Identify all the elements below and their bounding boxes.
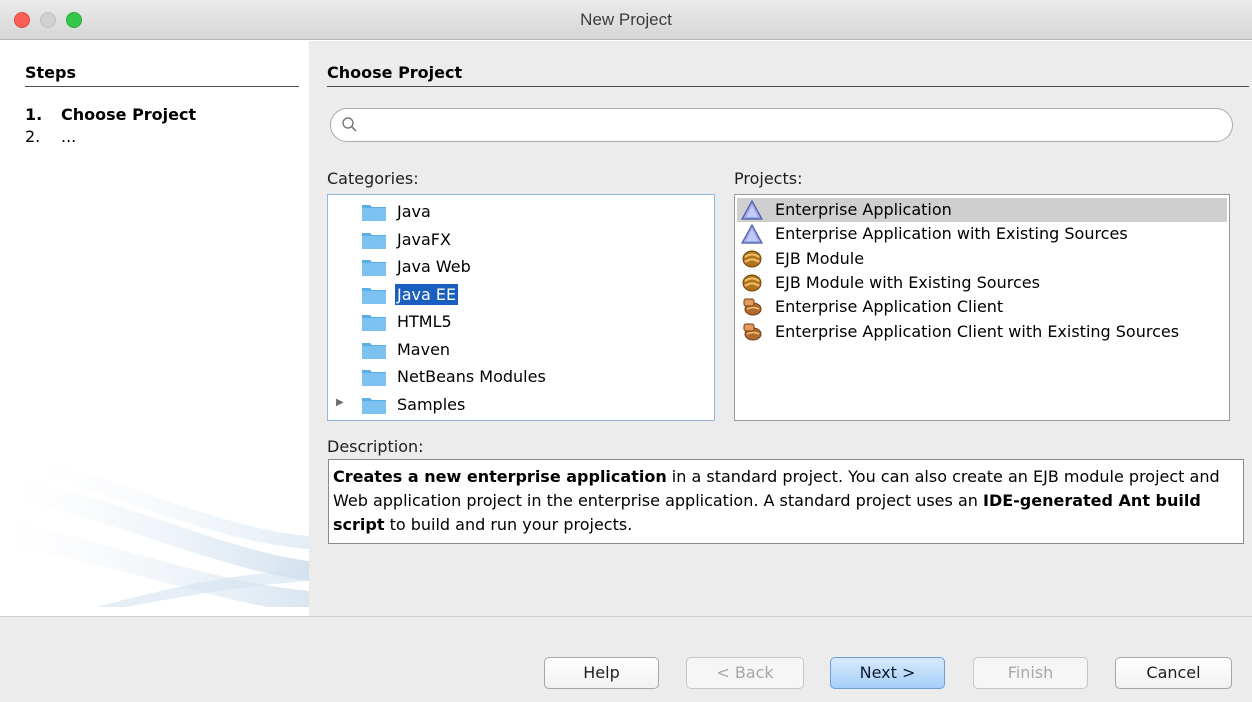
folder-icon — [362, 397, 386, 414]
projects-list[interactable]: Enterprise Application Enterprise Applica… — [734, 194, 1230, 421]
app-client-icon — [743, 298, 762, 316]
cancel-button[interactable]: Cancel — [1115, 657, 1232, 689]
app-client-icon — [743, 323, 762, 340]
steps-panel: Steps 1. Choose Project 2.... — [7, 41, 309, 607]
project-label: EJB Module with Existing Sources — [775, 272, 1040, 292]
project-item[interactable]: Enterprise Application with Existing Sou… — [737, 222, 1227, 246]
category-label: Java EE — [395, 283, 459, 305]
search-icon — [342, 117, 357, 132]
project-label: Enterprise Application with Existing Sou… — [775, 224, 1128, 244]
step-number: 1. — [25, 105, 43, 124]
category-label: Java Web — [397, 257, 471, 276]
project-item[interactable]: Enterprise Application Client — [737, 295, 1227, 319]
steps-heading: Steps — [25, 63, 299, 87]
enterprise-app-icon — [741, 200, 763, 220]
step-label: ... — [61, 127, 77, 146]
step-label: Choose Project — [61, 105, 197, 124]
category-label: Maven — [397, 339, 451, 359]
folder-icon — [362, 315, 386, 331]
category-label: HTML5 — [397, 312, 452, 331]
categories-label: Categories: — [327, 169, 419, 188]
category-item[interactable]: Java EE — [328, 281, 714, 308]
title-bar: New Project — [0, 0, 1252, 40]
categories-tree[interactable]: Java JavaFX Java Web Java EE HTML5 Maven NetBe… — [327, 194, 715, 421]
project-label: Enterprise Application Client — [775, 297, 1004, 317]
help-button[interactable]: Help — [544, 657, 659, 689]
finish-button[interactable]: Finish — [973, 657, 1088, 689]
project-label: EJB Module — [775, 248, 865, 268]
folder-icon — [362, 260, 386, 276]
ejb-bean-icon — [742, 274, 762, 292]
back-button[interactable]: < Back — [686, 657, 804, 689]
project-item[interactable]: EJB Module with Existing Sources — [737, 271, 1227, 295]
category-label: JavaFX — [397, 229, 451, 249]
project-item[interactable]: Enterprise Application — [737, 198, 1227, 222]
description-text: Creates a new enterprise application in … — [328, 459, 1244, 544]
button-bar: Help < Back Next > Finish Cancel — [0, 616, 1252, 702]
next-button[interactable]: Next > — [830, 657, 945, 689]
projects-label: Projects: — [734, 169, 803, 188]
disclosure-triangle-icon[interactable]: ▶ — [336, 397, 344, 408]
category-label: Samples — [397, 394, 466, 414]
search-field[interactable] — [330, 108, 1233, 142]
project-label: Enterprise Application Client with Exist… — [775, 321, 1180, 341]
category-item[interactable]: NetBeans Modules — [328, 363, 714, 390]
section-heading: Choose Project — [327, 63, 1249, 87]
window-title: New Project — [580, 10, 672, 29]
category-item[interactable]: Maven — [328, 336, 714, 363]
category-item[interactable]: Java — [328, 198, 714, 225]
folder-icon — [362, 370, 386, 386]
step-number: 2. — [25, 127, 41, 146]
folder-icon — [362, 232, 386, 249]
category-item[interactable]: ▶ Samples — [328, 391, 714, 418]
search-input[interactable] — [365, 113, 1215, 137]
category-label: NetBeans Modules — [397, 367, 546, 386]
decorative-swoosh-graphic — [7, 461, 309, 607]
category-item[interactable]: Java Web — [328, 253, 714, 280]
folder-icon — [362, 287, 386, 304]
ejb-bean-icon — [742, 250, 762, 268]
project-item[interactable]: EJB Module — [737, 247, 1227, 271]
enterprise-app-icon — [741, 224, 763, 244]
folder-icon — [362, 342, 386, 359]
description-label: Description: — [327, 437, 424, 456]
project-label: Enterprise Application — [775, 200, 952, 219]
folder-icon — [362, 205, 386, 221]
description-bold-intro: Creates a new enterprise application — [333, 467, 667, 486]
step-item-1: 1. Choose Project — [25, 105, 196, 124]
description-tail: to build and run your projects. — [384, 515, 633, 534]
step-item-2: 2.... — [25, 127, 76, 146]
category-label: Java — [397, 202, 431, 221]
main-panel: Choose Project Categories: Projects: Jav… — [309, 41, 1252, 616]
project-item[interactable]: Enterprise Application Client with Exist… — [737, 320, 1227, 344]
category-item[interactable]: JavaFX — [328, 226, 714, 253]
category-item[interactable]: HTML5 — [328, 308, 714, 335]
